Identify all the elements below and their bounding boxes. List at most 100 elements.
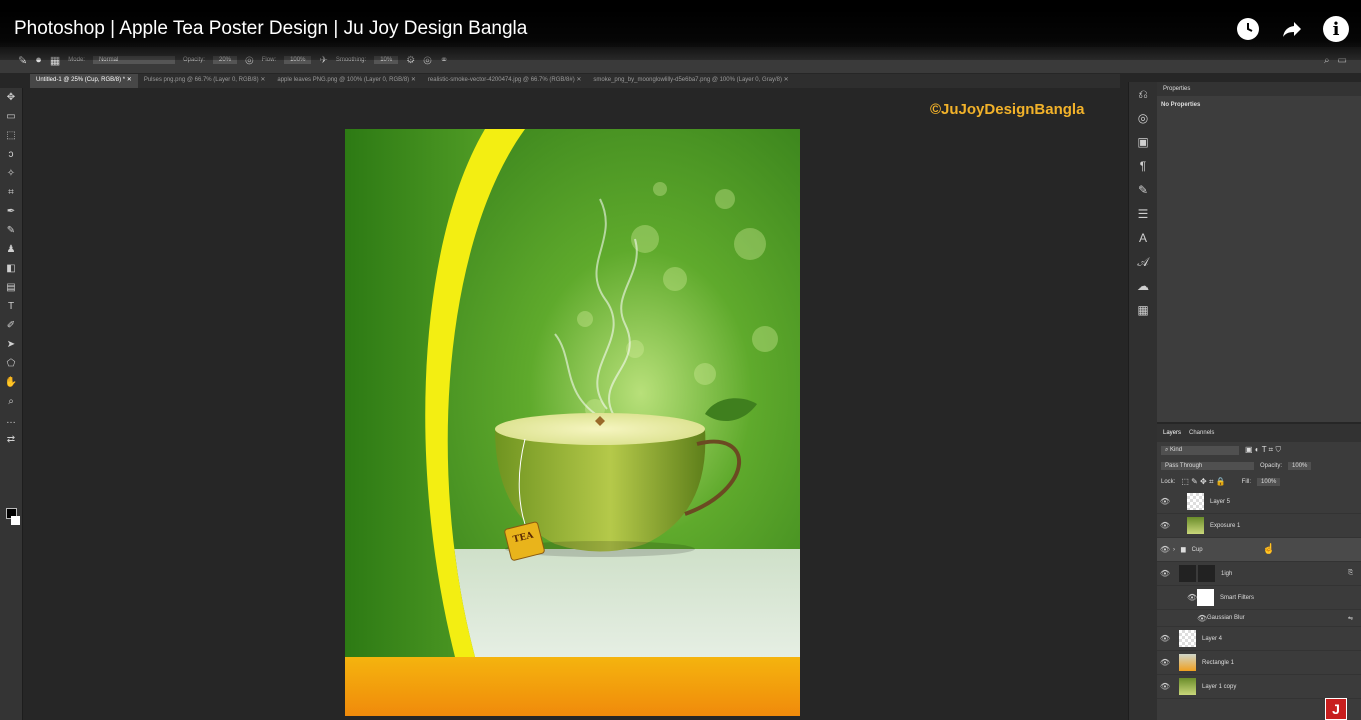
- eye-icon[interactable]: 👁: [1157, 569, 1173, 578]
- fill-label: Fill:: [1241, 479, 1252, 485]
- share-icon[interactable]: [1279, 16, 1305, 42]
- channel-logo: J: [1325, 698, 1347, 720]
- fill-field[interactable]: 100%: [1257, 478, 1281, 486]
- zoom-tool-icon[interactable]: ⌕: [0, 392, 22, 411]
- move-tool-icon[interactable]: ✥: [0, 88, 22, 107]
- clone-stamp-tool-icon[interactable]: ♟: [0, 240, 22, 259]
- layer-row[interactable]: 👁 Layer 5: [1157, 490, 1361, 514]
- tab-document[interactable]: Untitled-1 @ 25% (Cup, RGB/8) * ✕: [30, 74, 138, 88]
- layer-name: Gaussian Blur: [1207, 615, 1245, 621]
- document-tabs: Untitled-1 @ 25% (Cup, RGB/8) * ✕ Pulses…: [30, 74, 1120, 88]
- tab-document[interactable]: Pulses png.png @ 66.7% (Layer 0, RGB/8) …: [138, 74, 272, 88]
- eyedropper-tool-icon[interactable]: ✒: [0, 202, 22, 221]
- character-panel-icon[interactable]: A: [1129, 226, 1157, 250]
- marquee-tool-icon[interactable]: ⬚: [0, 126, 22, 145]
- layer-row[interactable]: 👁 Rectangle 1: [1157, 651, 1361, 675]
- shape-tool-icon[interactable]: ⬠: [0, 354, 22, 373]
- video-title[interactable]: Photoshop | Apple Tea Poster Design | Ju…: [14, 18, 527, 40]
- tab-document[interactable]: realistic-smoke-vector-4200474.jpg @ 66.…: [422, 74, 588, 88]
- properties-empty-text: No Properties: [1161, 102, 1201, 108]
- paragraph-panel-icon[interactable]: ¶: [1129, 154, 1157, 178]
- eye-icon[interactable]: 👁: [1157, 545, 1173, 554]
- eye-icon[interactable]: 👁: [1187, 593, 1197, 602]
- tab-document[interactable]: smoke_png_by_moonglowlilly-d5e6ba7.png @…: [587, 74, 794, 88]
- gradient-tool-icon[interactable]: ▤: [0, 278, 22, 297]
- layer-row[interactable]: 👁 1igh ⎘: [1157, 562, 1361, 586]
- blend-mode-select[interactable]: Pass Through: [1161, 462, 1254, 470]
- info-icon[interactable]: i: [1323, 16, 1349, 42]
- video-actions: i: [1235, 16, 1349, 42]
- filter-row[interactable]: 👁 Gaussian Blur ⇋: [1157, 610, 1361, 627]
- eye-icon[interactable]: 👁: [1157, 682, 1173, 691]
- cursor-hand-icon: ☝: [1262, 544, 1276, 555]
- layers-panel: Layers Channels ⌕ Kind ▣ ◐ T ⌗ ⛉ Pass Th…: [1157, 424, 1361, 720]
- layer-thumbnail: [1179, 678, 1196, 695]
- glyphs-panel-icon[interactable]: 𝒜: [1129, 250, 1157, 274]
- magic-wand-tool-icon[interactable]: ✧: [0, 164, 22, 183]
- layer-mask-thumbnail: [1198, 565, 1215, 582]
- lasso-tool-icon[interactable]: ↄ: [0, 145, 22, 164]
- filter-mask-thumbnail: [1197, 589, 1214, 606]
- eye-icon[interactable]: 👁: [1157, 497, 1173, 506]
- lock-row: Lock: ⬚ ✎ ✥ ⌗ 🔒 Fill: 100%: [1157, 474, 1361, 490]
- lock-label: Lock:: [1161, 479, 1176, 485]
- layer-thumbnail: [1179, 565, 1196, 582]
- tab-channels[interactable]: Channels: [1189, 430, 1214, 436]
- table-panel-icon[interactable]: ▦: [1129, 298, 1157, 322]
- layer-row[interactable]: 👁 Layer 1 copy: [1157, 675, 1361, 699]
- properties-panel: Properties No Properties: [1157, 82, 1361, 422]
- layer-opacity-label: Opacity:: [1260, 463, 1283, 469]
- layer-group-row[interactable]: 👁 › ▆ Cup ☝: [1157, 538, 1361, 562]
- group-expand-icon[interactable]: ›: [1173, 547, 1181, 553]
- layer-name: Exposure 1: [1210, 522, 1241, 529]
- layer-name: Layer 4: [1202, 635, 1223, 642]
- eye-icon[interactable]: 👁: [1157, 658, 1173, 667]
- layer-name: Smart Filters: [1220, 594, 1255, 601]
- history-panel-icon[interactable]: ⎌: [1129, 82, 1157, 106]
- eye-icon[interactable]: 👁: [1197, 614, 1207, 623]
- layer-name: 1igh: [1221, 570, 1233, 577]
- poster-canvas[interactable]: TEA: [345, 129, 800, 716]
- adjustments-panel-icon[interactable]: ☰: [1129, 202, 1157, 226]
- layer-thumbnail: [1179, 630, 1196, 647]
- brush-tool-icon[interactable]: ✎: [0, 221, 22, 240]
- poster-artwork: [345, 129, 800, 716]
- type-tool-icon[interactable]: T: [0, 297, 22, 316]
- background-color-swatch[interactable]: [11, 516, 20, 525]
- tools-panel: ✥ ▭ ⬚ ↄ ✧ ⌗ ✒ ✎ ♟ ◧ ▤ T ✐ ➤ ⬠ ✋ ⌕ … ⇄: [0, 88, 23, 720]
- tab-layers[interactable]: Layers: [1163, 430, 1181, 436]
- layer-filter-row: ⌕ Kind ▣ ◐ T ⌗ ⛉: [1157, 442, 1361, 458]
- layer-name: Layer 5: [1210, 498, 1231, 505]
- hand-tool-icon[interactable]: ✋: [0, 373, 22, 392]
- color-panel-icon[interactable]: ◎: [1129, 106, 1157, 130]
- filter-kind-select[interactable]: ⌕ Kind: [1161, 445, 1239, 455]
- lock-icons[interactable]: ⬚ ✎ ✥ ⌗ 🔒: [1181, 477, 1225, 487]
- smart-object-icon: ⎘: [1348, 570, 1353, 576]
- libraries-panel-icon[interactable]: ☁: [1129, 274, 1157, 298]
- eye-icon[interactable]: 👁: [1157, 521, 1173, 530]
- layer-opacity-field[interactable]: 100%: [1288, 462, 1312, 470]
- tab-document[interactable]: apple leaves PNG.png @ 100% (Layer 0, RG…: [271, 74, 422, 88]
- filter-icons[interactable]: ▣ ◐ T ⌗ ⛉: [1245, 445, 1281, 455]
- path-selection-tool-icon[interactable]: ➤: [0, 335, 22, 354]
- pen-tool-icon[interactable]: ✐: [0, 316, 22, 335]
- clock-icon[interactable]: [1235, 16, 1261, 42]
- brush-settings-icon[interactable]: ✎: [1129, 178, 1157, 202]
- layers-panel-tabs: Layers Channels: [1157, 424, 1361, 442]
- more-tools-icon[interactable]: …: [0, 411, 22, 430]
- eye-icon[interactable]: 👁: [1157, 634, 1173, 643]
- layer-thumbnail: [1187, 517, 1204, 534]
- smart-filters-row[interactable]: 👁 Smart Filters: [1157, 586, 1361, 610]
- properties-title[interactable]: Properties: [1157, 82, 1361, 96]
- crop-tool-icon[interactable]: ⌗: [0, 183, 22, 202]
- blend-row: Pass Through Opacity: 100%: [1157, 458, 1361, 474]
- filter-options-icon[interactable]: ⇋: [1348, 615, 1353, 622]
- layer-row[interactable]: 👁 Layer 4: [1157, 627, 1361, 651]
- layer-name: Cup: [1191, 546, 1203, 553]
- eraser-tool-icon[interactable]: ◧: [0, 259, 22, 278]
- layer-row[interactable]: 👁 Exposure 1: [1157, 514, 1361, 538]
- swatches-panel-icon[interactable]: ▣: [1129, 130, 1157, 154]
- artboard-tool-icon[interactable]: ▭: [0, 107, 22, 126]
- swap-colors-icon[interactable]: ⇄: [0, 430, 22, 449]
- layer-thumbnail: [1179, 654, 1196, 671]
